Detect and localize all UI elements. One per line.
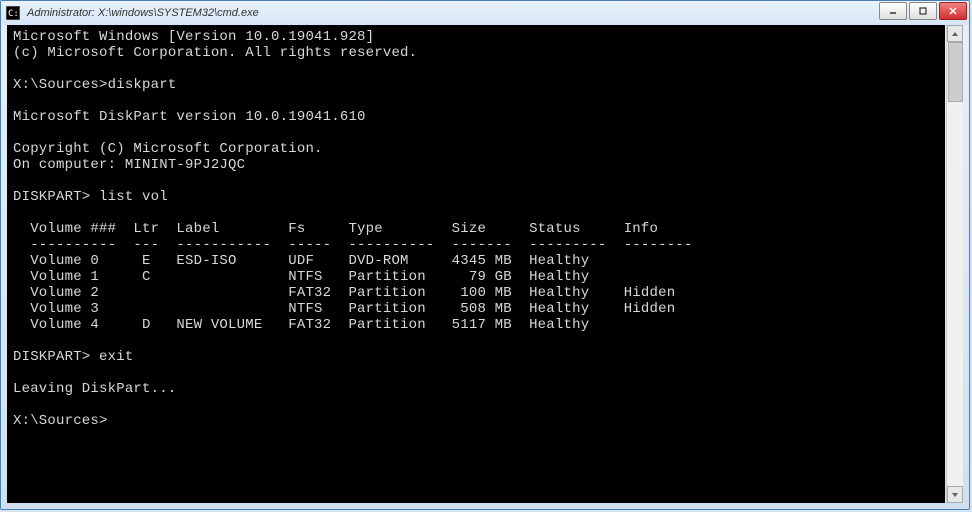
window-title: Administrator: X:\windows\SYSTEM32\cmd.e…: [27, 7, 965, 19]
window-frame: C:\ Administrator: X:\windows\SYSTEM32\c…: [0, 0, 970, 510]
table-row: Volume 3 NTFS Partition 508 MB Healthy H…: [13, 301, 939, 317]
output-line: Copyright (C) Microsoft Corporation.: [13, 141, 939, 157]
output-blank: [13, 173, 939, 189]
scroll-up-button[interactable]: [947, 25, 963, 42]
close-button[interactable]: [939, 2, 967, 20]
prompt-line: X:\Sources>: [13, 413, 939, 429]
terminal-area[interactable]: Microsoft Windows [Version 10.0.19041.92…: [7, 25, 945, 503]
output-blank: [13, 205, 939, 221]
table-divider: ---------- --- ----------- ----- -------…: [13, 237, 939, 253]
titlebar[interactable]: C:\ Administrator: X:\windows\SYSTEM32\c…: [1, 1, 969, 25]
output-blank: [13, 93, 939, 109]
scroll-down-button[interactable]: [947, 486, 963, 503]
table-row: Volume 2 FAT32 Partition 100 MB Healthy …: [13, 285, 939, 301]
prompt-line: DISKPART> exit: [13, 349, 939, 365]
minimize-button[interactable]: [879, 2, 907, 20]
output-line: Leaving DiskPart...: [13, 381, 939, 397]
output-blank: [13, 125, 939, 141]
output-blank: [13, 365, 939, 381]
maximize-button[interactable]: [909, 2, 937, 20]
table-row: Volume 1 C NTFS Partition 79 GB Healthy: [13, 269, 939, 285]
window-controls: [879, 2, 967, 20]
svg-text:C:\: C:\: [8, 9, 20, 19]
cmd-icon: C:\: [5, 5, 21, 21]
terminal-output: Microsoft Windows [Version 10.0.19041.92…: [7, 25, 945, 433]
scroll-thumb[interactable]: [948, 42, 963, 102]
output-line: Microsoft Windows [Version 10.0.19041.92…: [13, 29, 939, 45]
output-blank: [13, 61, 939, 77]
table-header: Volume ### Ltr Label Fs Type Size Status…: [13, 221, 939, 237]
prompt-line: X:\Sources>diskpart: [13, 77, 939, 93]
output-line: Microsoft DiskPart version 10.0.19041.61…: [13, 109, 939, 125]
output-blank: [13, 333, 939, 349]
vertical-scrollbar[interactable]: [946, 25, 963, 503]
output-blank: [13, 397, 939, 413]
table-row: Volume 4 D NEW VOLUME FAT32 Partition 51…: [13, 317, 939, 333]
output-line: (c) Microsoft Corporation. All rights re…: [13, 45, 939, 61]
prompt-line: DISKPART> list vol: [13, 189, 939, 205]
output-line: On computer: MININT-9PJ2JQC: [13, 157, 939, 173]
table-row: Volume 0 E ESD-ISO UDF DVD-ROM 4345 MB H…: [13, 253, 939, 269]
